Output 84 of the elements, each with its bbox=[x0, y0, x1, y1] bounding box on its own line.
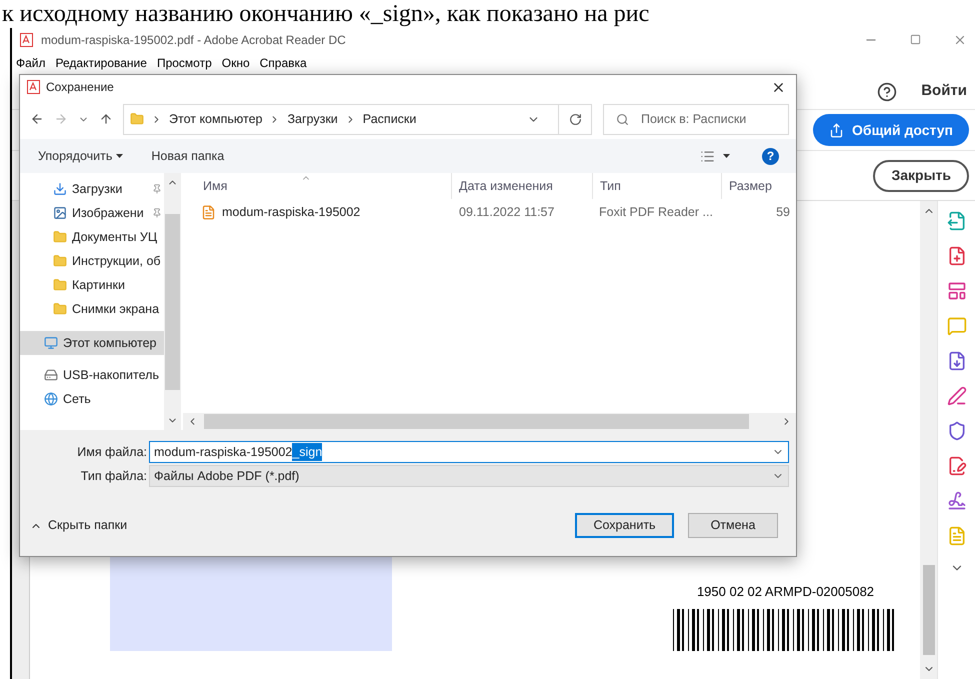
folder-icon bbox=[53, 278, 67, 292]
caret-icon[interactable] bbox=[723, 154, 730, 158]
nav-item[interactable]: Этот компьютер bbox=[20, 331, 164, 355]
caret-icon bbox=[116, 154, 124, 158]
download-icon bbox=[53, 182, 67, 196]
window-title: modum-raspiska-195002.pdf - Adobe Acrobat Reader DC bbox=[41, 32, 346, 48]
folder-icon bbox=[130, 112, 144, 126]
file-type: Foxit PDF Reader ... bbox=[598, 204, 714, 221]
address-bar[interactable]: Этот компьютер Загрузки Расписки bbox=[123, 104, 559, 134]
page-caption: к исходному названию окончанию «_sign», как показано на рис bbox=[1, 0, 650, 28]
help-icon[interactable] bbox=[877, 82, 898, 102]
share-icon bbox=[829, 122, 844, 138]
create-file-icon[interactable] bbox=[946, 246, 966, 266]
nav-item[interactable]: USB-накопитель bbox=[20, 363, 164, 387]
menu-item[interactable]: Файл bbox=[16, 54, 46, 72]
drive-icon bbox=[44, 368, 58, 382]
barcode-number: 1950 02 02 ARMPD-02005082 bbox=[696, 582, 874, 600]
nav-item[interactable]: Изображени bbox=[20, 201, 164, 225]
cancel-button[interactable]: Отмена bbox=[688, 513, 778, 538]
column-header[interactable]: Дата изменения bbox=[451, 173, 592, 199]
filetype-label: Тип файла: bbox=[80, 468, 148, 485]
view-icon[interactable] bbox=[700, 148, 715, 164]
layout-icon[interactable] bbox=[946, 281, 966, 301]
save-button[interactable]: Сохранить bbox=[575, 513, 674, 538]
nav-item[interactable]: Картинки bbox=[20, 273, 164, 297]
organize-menu[interactable]: Упорядочить bbox=[38, 146, 124, 166]
help-icon[interactable]: ? bbox=[762, 148, 779, 164]
file-date: 09.11.2022 11:57 bbox=[458, 204, 556, 221]
nav-item[interactable]: Снимки экрана bbox=[20, 297, 164, 321]
image-icon bbox=[53, 206, 67, 220]
scroll-thumb[interactable] bbox=[204, 414, 749, 429]
new-folder-button[interactable]: Новая папка bbox=[151, 146, 224, 166]
folder-icon bbox=[53, 302, 67, 316]
scrollbar[interactable] bbox=[920, 201, 937, 679]
folder-icon bbox=[53, 230, 67, 244]
horizontal-scrollbar[interactable] bbox=[183, 413, 796, 430]
up-icon[interactable] bbox=[99, 112, 113, 126]
file-down-icon[interactable] bbox=[946, 351, 966, 371]
breadcrumb-item[interactable]: Этот компьютер bbox=[169, 110, 262, 128]
search-field[interactable]: Поиск в: Расписки bbox=[603, 104, 789, 134]
search-icon bbox=[616, 112, 629, 126]
column-header[interactable]: Тип bbox=[592, 173, 721, 199]
filename-field[interactable]: modum-raspiska-195002_sign bbox=[149, 441, 789, 463]
file-icon bbox=[201, 204, 216, 220]
filetype-select[interactable]: Файлы Adobe PDF (*.pdf) bbox=[149, 465, 789, 487]
back-icon[interactable] bbox=[30, 112, 44, 126]
refresh-button[interactable] bbox=[558, 104, 592, 134]
menu-item[interactable]: Просмотр bbox=[156, 54, 212, 72]
shield-icon[interactable] bbox=[946, 421, 966, 441]
computer-icon bbox=[44, 336, 58, 350]
breadcrumb-item[interactable]: Загрузки bbox=[287, 110, 338, 128]
close-button[interactable]: Закрыть bbox=[873, 160, 969, 192]
pen-icon[interactable] bbox=[946, 386, 966, 406]
folder-icon bbox=[53, 254, 67, 268]
dialog-title: Сохранение bbox=[46, 79, 114, 96]
file-sign-icon[interactable] bbox=[946, 456, 966, 476]
nav-item[interactable]: Инструкции, об bbox=[20, 249, 164, 273]
export-file-icon[interactable] bbox=[946, 211, 966, 231]
scroll-thumb[interactable] bbox=[922, 565, 934, 655]
hide-folders-toggle[interactable]: Скрыть папки bbox=[30, 516, 128, 535]
filename-label: Имя файла: bbox=[76, 444, 148, 461]
nav-scrollbar[interactable] bbox=[164, 173, 181, 430]
column-header[interactable]: Имя bbox=[183, 173, 451, 199]
column-header[interactable]: Размер bbox=[721, 173, 796, 199]
share-button[interactable]: Общий доступ bbox=[813, 114, 969, 146]
pin-icon[interactable] bbox=[152, 208, 162, 218]
menu-item[interactable]: Окно bbox=[222, 54, 250, 72]
file-name[interactable]: modum-raspiska-195002 bbox=[222, 202, 360, 222]
network-icon bbox=[44, 392, 58, 406]
scroll-thumb[interactable] bbox=[165, 214, 180, 390]
file-size: 59 bbox=[775, 204, 791, 221]
nav-item[interactable]: Загрузки bbox=[20, 177, 164, 201]
maximize-icon[interactable] bbox=[910, 34, 921, 45]
refresh-icon bbox=[568, 112, 582, 126]
sign-in-link[interactable]: Войти bbox=[921, 80, 967, 103]
signature-icon[interactable] bbox=[946, 491, 966, 511]
menu-item[interactable]: Редактирование bbox=[56, 54, 147, 72]
nav-item[interactable]: Документы УЦ bbox=[20, 225, 164, 249]
pin-icon[interactable] bbox=[152, 184, 162, 194]
nav-item[interactable]: Сеть bbox=[20, 387, 164, 411]
menu-item[interactable]: Справка bbox=[260, 54, 307, 72]
pdf-icon bbox=[27, 80, 40, 94]
breadcrumb-item[interactable]: Расписки bbox=[362, 110, 416, 128]
pdf-icon bbox=[20, 32, 33, 46]
